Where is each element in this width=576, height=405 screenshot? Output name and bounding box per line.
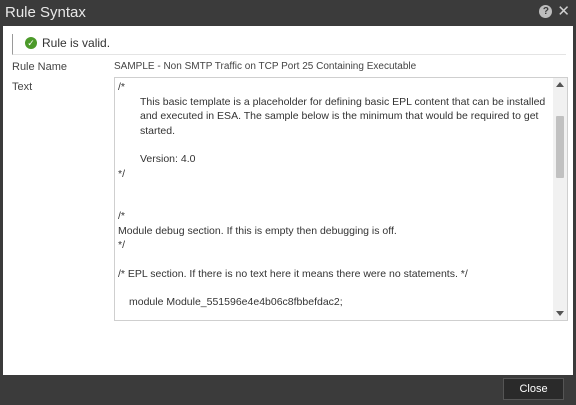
help-icon[interactable]: ? bbox=[539, 5, 553, 18]
rule-text-area[interactable]: /* This basic template is a placeholder … bbox=[114, 77, 568, 321]
scroll-up-arrow-icon[interactable] bbox=[556, 82, 564, 87]
titlebar-icons: ? ✕ bbox=[539, 4, 570, 19]
code-line: Module debug section. If this is empty t… bbox=[118, 224, 397, 237]
code-line: /* bbox=[118, 81, 126, 93]
close-icon[interactable]: ✕ bbox=[557, 4, 570, 19]
dialog-body: ✓ Rule is valid. Rule Name SAMPLE - Non … bbox=[3, 26, 573, 375]
scroll-thumb[interactable] bbox=[556, 116, 564, 178]
dialog-titlebar: Rule Syntax ? ✕ bbox=[0, 0, 576, 26]
dialog-footer: Close bbox=[0, 375, 576, 405]
rule-text-content: /* This basic template is a placeholder … bbox=[118, 80, 546, 310]
rule-syntax-dialog: Rule Syntax ? ✕ ✓ Rule is valid. Rule Na… bbox=[0, 0, 576, 405]
validation-status-bar: ✓ Rule is valid. bbox=[12, 34, 566, 55]
code-line: module Module_551596e4e4b06c8fbbefdac2; bbox=[129, 296, 343, 308]
code-line: */ bbox=[118, 239, 126, 251]
scroll-down-arrow-icon[interactable] bbox=[556, 311, 564, 316]
code-line: Version: 4.0 bbox=[140, 153, 196, 165]
rule-name-label: Rule Name bbox=[12, 61, 68, 73]
check-circle-icon: ✓ bbox=[25, 37, 37, 49]
validation-message: Rule is valid. bbox=[42, 36, 111, 50]
vertical-scrollbar[interactable] bbox=[553, 78, 567, 320]
dialog-title: Rule Syntax bbox=[5, 4, 86, 21]
text-label: Text bbox=[12, 81, 33, 93]
code-line: */ bbox=[118, 167, 126, 180]
code-line: /* EPL section. If there is no text here… bbox=[118, 267, 468, 280]
code-line: /* bbox=[118, 210, 126, 222]
rule-name-value: SAMPLE - Non SMTP Traffic on TCP Port 25… bbox=[114, 61, 417, 72]
close-button[interactable]: Close bbox=[503, 378, 564, 400]
code-line: This basic template is a placeholder for… bbox=[140, 95, 546, 137]
